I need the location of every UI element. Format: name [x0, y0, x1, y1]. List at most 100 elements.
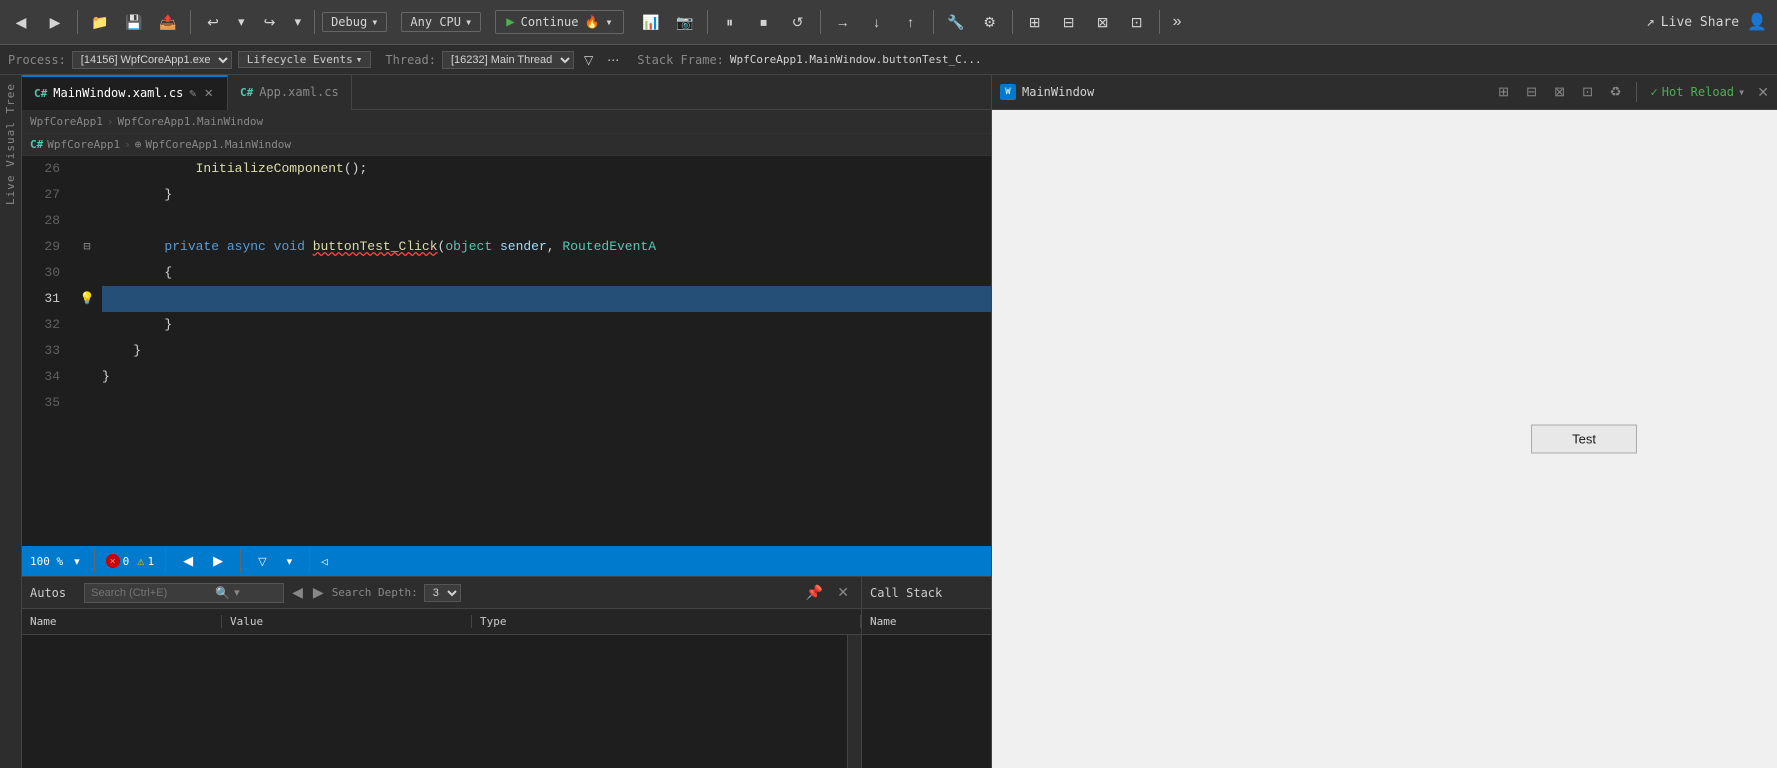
wpf-toolbar-sep	[1636, 82, 1637, 102]
step-into-button[interactable]: ↓	[862, 9, 892, 35]
autos-rows	[22, 635, 847, 768]
code-line-32: }	[102, 312, 991, 338]
publish-button[interactable]: 📤	[153, 9, 183, 35]
thread-select[interactable]: [16232] Main Thread	[442, 51, 574, 69]
stop-button[interactable]: ⏹	[749, 9, 779, 35]
search-forward-button[interactable]: ▶	[311, 582, 326, 603]
search-back-button[interactable]: ◀	[290, 582, 305, 603]
window4-icon: ⊡	[1128, 13, 1146, 31]
hot-reload-button[interactable]: ✓ Hot Reload ▾	[1645, 83, 1752, 101]
cpu-chevron-icon: ▾	[465, 15, 472, 29]
warning-indicator[interactable]: ⚠ 1	[137, 554, 154, 568]
gutter-32	[72, 312, 102, 338]
tab-app-xaml-cs[interactable]: C# App.xaml.cs	[228, 75, 352, 110]
call-stack-header: Call Stack	[862, 577, 991, 609]
sep3	[314, 10, 315, 34]
error-indicator[interactable]: ✕ 0	[106, 554, 130, 568]
line-27: 27	[30, 182, 60, 208]
wpf-close-button[interactable]: ✕	[1757, 84, 1769, 101]
call-stack-panel: Call Stack Name	[862, 577, 991, 768]
wpf-tool3-button[interactable]: ⊠	[1548, 80, 1572, 104]
line-28: 28	[30, 208, 60, 234]
user-account-button[interactable]: 👤	[1743, 8, 1771, 36]
wpf-tool1-button[interactable]: ⊞	[1492, 80, 1516, 104]
undo-button[interactable]: ↩	[198, 9, 228, 35]
sep1	[77, 10, 78, 34]
cpu-dropdown[interactable]: Any CPU ▾	[401, 12, 481, 32]
pause-button[interactable]: ⏸	[715, 9, 745, 35]
window2-button[interactable]: ⊟	[1054, 9, 1084, 35]
snapshot-button[interactable]: 📷	[670, 9, 700, 35]
nav-back-button[interactable]: ◀	[177, 549, 199, 573]
more-debug-button[interactable]: ⚙	[975, 9, 1005, 35]
step-over-button[interactable]: →	[828, 9, 858, 35]
autos-panel: Autos 🔍 ▾ ◀ ▶ Search Depth: 3	[22, 577, 862, 768]
search-icon: 🔍	[215, 586, 230, 600]
filter-status-dropdown[interactable]: ▾	[281, 551, 299, 572]
code-lines[interactable]: InitializeComponent(); } private async v…	[102, 156, 991, 546]
autos-search-box[interactable]: 🔍 ▾	[84, 583, 284, 603]
autos-scrollbar[interactable]	[847, 635, 861, 768]
zoom-dropdown[interactable]: ▾	[71, 554, 83, 569]
filter2-button[interactable]: ⋯	[603, 51, 623, 69]
file-arrow-icon: ›	[124, 138, 131, 151]
wpf-window-content: Test	[992, 110, 1777, 768]
debug-chevron-icon: ▾	[371, 15, 378, 29]
panel-close-button[interactable]: ✕	[833, 582, 853, 603]
breadcrumb-project[interactable]: WpfCoreApp1	[30, 115, 103, 128]
open-button[interactable]: 📁	[85, 9, 115, 35]
full-layout: Live Visual Tree C# MainWindow.xaml.cs ✎…	[0, 75, 1777, 768]
code-editor-section: C# MainWindow.xaml.cs ✎ ✕ C# App.xaml.cs…	[22, 75, 991, 546]
tools-button[interactable]: 🔧	[941, 9, 971, 35]
more-button[interactable]: »	[1167, 9, 1189, 35]
window1-button[interactable]: ⊞	[1020, 9, 1050, 35]
back-button[interactable]: ◀	[6, 9, 36, 35]
lightbulb-icon-31[interactable]: 💡	[80, 286, 95, 312]
folder-icon: 📁	[91, 13, 109, 31]
live-share-button[interactable]: ↗ Live Share	[1646, 14, 1739, 30]
filter-status-button[interactable]: ▽	[252, 551, 272, 572]
sep7	[1012, 10, 1013, 34]
test-button[interactable]: Test	[1531, 425, 1637, 454]
tab-mainwindow-xaml-cs[interactable]: C# MainWindow.xaml.cs ✎ ✕	[22, 75, 228, 110]
nav-forward-button[interactable]: ▶	[207, 549, 229, 573]
redo-dropdown[interactable]: ▾	[289, 10, 308, 34]
stack-value-text: WpfCoreApp1.MainWindow.buttonTest_C...	[730, 53, 982, 66]
wpf-class-label: WpfCoreApp1.MainWindow	[145, 138, 291, 151]
wpf-tool4-button[interactable]: ⊡	[1576, 80, 1600, 104]
filter-button[interactable]: ▽	[580, 51, 597, 69]
fold-icon-29[interactable]: ⊟	[83, 234, 90, 260]
diagnostics-icon: 📊	[642, 13, 660, 31]
breadcrumb-class[interactable]: WpfCoreApp1.MainWindow	[117, 115, 263, 128]
search-dropdown-btn[interactable]: ▾	[234, 586, 240, 599]
lifecycle-label: Lifecycle Events	[247, 53, 353, 66]
save-button[interactable]: 💾	[119, 9, 149, 35]
active-tab-close[interactable]: ✕	[203, 85, 215, 101]
play-icon: ▶	[506, 14, 514, 30]
active-tab-label: MainWindow.xaml.cs	[53, 86, 183, 100]
autos-table-header: Name Value Type	[22, 609, 861, 635]
call-stack-rows	[862, 635, 991, 768]
gutter-29[interactable]: ⊟	[72, 234, 102, 260]
step-out-button[interactable]: ↑	[896, 9, 926, 35]
diagnostics-button[interactable]: 📊	[636, 9, 666, 35]
forward-button[interactable]: ▶	[40, 9, 70, 35]
window3-button[interactable]: ⊠	[1088, 9, 1118, 35]
line-29: 29	[30, 234, 60, 260]
fire-icon: 🔥	[584, 15, 599, 29]
window4-button[interactable]: ⊡	[1122, 9, 1152, 35]
debug-dropdown[interactable]: Debug ▾	[322, 12, 387, 32]
wpf-tool5-button[interactable]: ♻	[1604, 80, 1628, 104]
panel-pin-button[interactable]: 📌	[802, 582, 827, 603]
wpf-tool2-button[interactable]: ⊟	[1520, 80, 1544, 104]
restart-button[interactable]: ↺	[783, 9, 813, 35]
autos-search-input[interactable]	[91, 587, 211, 599]
redo-button[interactable]: ↪	[255, 9, 285, 35]
wpf-window-panel: W MainWindow ⊞ ⊟ ⊠ ⊡ ♻ ✓ Hot Reload ▾ ✕ …	[992, 75, 1777, 768]
lifecycle-button[interactable]: Lifecycle Events ▾	[238, 51, 372, 68]
depth-select[interactable]: 3	[424, 584, 461, 602]
undo-dropdown[interactable]: ▾	[232, 10, 251, 34]
continue-button[interactable]: ▶ Continue 🔥 ▾	[495, 10, 623, 34]
sep6	[933, 10, 934, 34]
process-select[interactable]: [14156] WpfCoreApp1.exe	[72, 51, 232, 69]
